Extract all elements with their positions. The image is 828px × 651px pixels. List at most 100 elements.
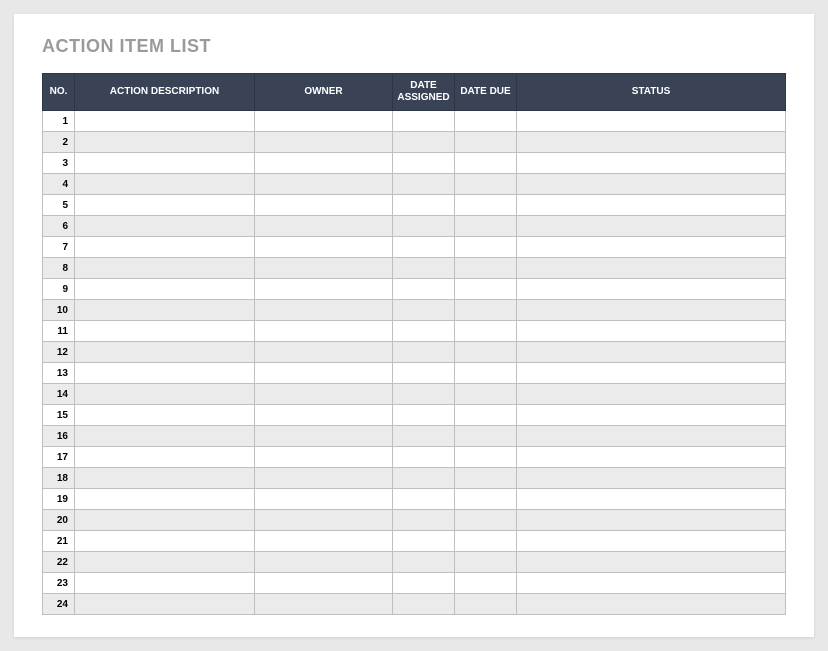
cell-owner[interactable] [255,195,393,216]
cell-status[interactable] [517,489,786,510]
cell-due[interactable] [455,405,517,426]
cell-status[interactable] [517,153,786,174]
cell-description[interactable] [75,468,255,489]
cell-owner[interactable] [255,468,393,489]
cell-owner[interactable] [255,531,393,552]
cell-description[interactable] [75,279,255,300]
cell-due[interactable] [455,594,517,615]
cell-assigned[interactable] [393,153,455,174]
cell-description[interactable] [75,237,255,258]
cell-status[interactable] [517,552,786,573]
cell-owner[interactable] [255,447,393,468]
cell-assigned[interactable] [393,132,455,153]
cell-owner[interactable] [255,489,393,510]
cell-status[interactable] [517,573,786,594]
cell-assigned[interactable] [393,405,455,426]
cell-due[interactable] [455,447,517,468]
cell-description[interactable] [75,426,255,447]
cell-status[interactable] [517,174,786,195]
cell-owner[interactable] [255,321,393,342]
cell-assigned[interactable] [393,510,455,531]
cell-assigned[interactable] [393,489,455,510]
cell-status[interactable] [517,510,786,531]
cell-due[interactable] [455,552,517,573]
cell-due[interactable] [455,195,517,216]
cell-description[interactable] [75,363,255,384]
cell-description[interactable] [75,342,255,363]
cell-due[interactable] [455,384,517,405]
cell-status[interactable] [517,405,786,426]
cell-status[interactable] [517,195,786,216]
cell-due[interactable] [455,510,517,531]
cell-owner[interactable] [255,510,393,531]
cell-description[interactable] [75,258,255,279]
cell-owner[interactable] [255,279,393,300]
cell-owner[interactable] [255,237,393,258]
cell-owner[interactable] [255,258,393,279]
cell-due[interactable] [455,216,517,237]
cell-assigned[interactable] [393,342,455,363]
cell-assigned[interactable] [393,111,455,132]
cell-owner[interactable] [255,132,393,153]
cell-status[interactable] [517,363,786,384]
cell-assigned[interactable] [393,594,455,615]
cell-assigned[interactable] [393,384,455,405]
cell-due[interactable] [455,237,517,258]
cell-owner[interactable] [255,300,393,321]
cell-status[interactable] [517,300,786,321]
cell-due[interactable] [455,489,517,510]
cell-due[interactable] [455,426,517,447]
cell-status[interactable] [517,321,786,342]
cell-description[interactable] [75,489,255,510]
cell-status[interactable] [517,216,786,237]
cell-assigned[interactable] [393,300,455,321]
cell-description[interactable] [75,300,255,321]
cell-due[interactable] [455,300,517,321]
cell-status[interactable] [517,468,786,489]
cell-owner[interactable] [255,426,393,447]
cell-assigned[interactable] [393,363,455,384]
cell-owner[interactable] [255,342,393,363]
cell-due[interactable] [455,279,517,300]
cell-assigned[interactable] [393,552,455,573]
cell-description[interactable] [75,510,255,531]
cell-owner[interactable] [255,573,393,594]
cell-assigned[interactable] [393,531,455,552]
cell-status[interactable] [517,132,786,153]
cell-owner[interactable] [255,594,393,615]
cell-status[interactable] [517,258,786,279]
cell-owner[interactable] [255,384,393,405]
cell-description[interactable] [75,531,255,552]
cell-status[interactable] [517,426,786,447]
cell-assigned[interactable] [393,279,455,300]
cell-status[interactable] [517,237,786,258]
cell-assigned[interactable] [393,573,455,594]
cell-due[interactable] [455,321,517,342]
cell-owner[interactable] [255,153,393,174]
cell-due[interactable] [455,342,517,363]
cell-status[interactable] [517,384,786,405]
cell-description[interactable] [75,111,255,132]
cell-description[interactable] [75,552,255,573]
cell-description[interactable] [75,384,255,405]
cell-description[interactable] [75,405,255,426]
cell-owner[interactable] [255,216,393,237]
cell-owner[interactable] [255,111,393,132]
cell-due[interactable] [455,531,517,552]
cell-assigned[interactable] [393,447,455,468]
cell-due[interactable] [455,258,517,279]
cell-assigned[interactable] [393,321,455,342]
cell-assigned[interactable] [393,426,455,447]
cell-status[interactable] [517,447,786,468]
cell-description[interactable] [75,594,255,615]
cell-due[interactable] [455,573,517,594]
cell-owner[interactable] [255,405,393,426]
cell-owner[interactable] [255,363,393,384]
cell-owner[interactable] [255,552,393,573]
cell-status[interactable] [517,111,786,132]
cell-due[interactable] [455,468,517,489]
cell-status[interactable] [517,342,786,363]
cell-assigned[interactable] [393,174,455,195]
cell-description[interactable] [75,132,255,153]
cell-due[interactable] [455,174,517,195]
